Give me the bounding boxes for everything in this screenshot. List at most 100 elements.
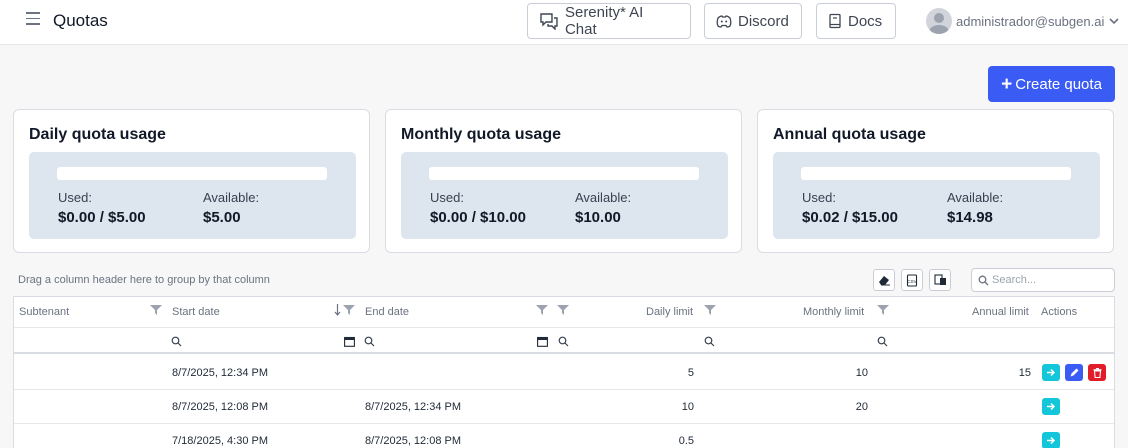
card-title: Monthly quota usage bbox=[401, 126, 561, 143]
card-title: Daily quota usage bbox=[29, 126, 166, 143]
quota-usage-panel: Used: Available: $0.02 / $15.00 $14.98 bbox=[773, 152, 1100, 239]
available-value: $14.98 bbox=[947, 209, 993, 226]
export-csv-button[interactable]: CSV bbox=[901, 269, 923, 291]
cell-monthly-limit: 10 bbox=[855, 367, 868, 379]
calendar-icon[interactable] bbox=[344, 336, 355, 347]
used-value: $0.02 / $15.00 bbox=[802, 209, 898, 226]
cell-start-date: 8/7/2025, 12:34 PM bbox=[172, 367, 269, 379]
monthly-quota-card: Monthly quota usage Used: Available: $0.… bbox=[385, 109, 742, 253]
group-panel-hint: Drag a column header here to group by th… bbox=[18, 274, 270, 286]
arrow-right-icon bbox=[1047, 368, 1056, 377]
filter-icon[interactable] bbox=[150, 304, 162, 316]
cell-end-date: 8/7/2025, 12:08 PM bbox=[365, 435, 462, 447]
available-value: $10.00 bbox=[575, 209, 621, 226]
cell-daily-limit: 10 bbox=[681, 401, 694, 413]
search-icon bbox=[978, 275, 989, 286]
discord-button[interactable]: Discord bbox=[704, 3, 802, 39]
svg-text:CSV: CSV bbox=[907, 279, 916, 284]
col-monthly-limit[interactable]: Monthly limit bbox=[803, 306, 864, 318]
cell-start-date: 7/18/2025, 4:30 PM bbox=[172, 435, 269, 447]
filter-icon[interactable] bbox=[557, 304, 569, 316]
cell-end-date: 8/7/2025, 12:34 PM bbox=[365, 401, 462, 413]
menu-icon[interactable] bbox=[26, 12, 40, 26]
serenity-ai-chat-button[interactable]: Serenity* AI Chat bbox=[527, 3, 691, 39]
search-icon[interactable] bbox=[704, 336, 715, 347]
docs-label: Docs bbox=[848, 12, 883, 30]
columns-icon bbox=[933, 274, 946, 285]
available-label: Available: bbox=[575, 190, 632, 205]
col-daily-limit[interactable]: Daily limit bbox=[646, 306, 693, 318]
search-icon[interactable] bbox=[171, 336, 182, 347]
filter-icon[interactable] bbox=[704, 304, 716, 316]
used-label: Used: bbox=[58, 190, 92, 205]
edit-button[interactable] bbox=[1065, 364, 1083, 381]
quota-usage-panel: Used: Available: $0.00 / $10.00 $10.00 bbox=[401, 152, 728, 239]
user-email: administrador@subgen.ai bbox=[956, 13, 1105, 29]
table-row: 8/7/2025, 12:34 PM 5 10 15 bbox=[14, 356, 1114, 390]
quotas-grid: Subtenant Start date End date Daily limi… bbox=[13, 296, 1115, 448]
arrow-right-icon bbox=[1047, 436, 1056, 445]
pencil-icon bbox=[1070, 368, 1079, 376]
user-menu[interactable]: administrador@subgen.ai bbox=[926, 7, 1119, 35]
cell-annual-limit: 15 bbox=[1018, 367, 1031, 379]
cell-monthly-limit: 20 bbox=[855, 401, 868, 413]
card-title: Annual quota usage bbox=[773, 126, 926, 143]
used-value: $0.00 / $5.00 bbox=[58, 209, 146, 226]
delete-button[interactable] bbox=[1088, 364, 1106, 381]
sort-descending-icon[interactable] bbox=[334, 304, 341, 316]
column-chooser-button[interactable] bbox=[929, 269, 951, 291]
filter-icon[interactable] bbox=[877, 304, 889, 316]
col-subtenant[interactable]: Subtenant bbox=[19, 306, 69, 318]
book-icon bbox=[829, 13, 841, 29]
search-icon[interactable] bbox=[558, 336, 569, 347]
grid-header: Subtenant Start date End date Daily limi… bbox=[14, 297, 1114, 328]
search-placeholder: Search... bbox=[992, 274, 1037, 286]
available-label: Available: bbox=[947, 190, 1004, 205]
quota-progress-bar bbox=[57, 167, 327, 180]
used-label: Used: bbox=[802, 190, 836, 205]
chat-icon bbox=[540, 13, 558, 30]
grid-filter-row bbox=[14, 328, 1114, 354]
used-label: Used: bbox=[430, 190, 464, 205]
calendar-icon[interactable] bbox=[537, 336, 548, 347]
quota-progress-bar bbox=[429, 167, 699, 180]
create-quota-button[interactable]: + Create quota bbox=[988, 66, 1115, 102]
serenity-ai-chat-label: Serenity* AI Chat bbox=[564, 4, 644, 38]
filter-icon[interactable] bbox=[343, 304, 355, 316]
create-quota-label: Create quota bbox=[1015, 75, 1102, 93]
arrow-right-icon bbox=[1047, 402, 1056, 411]
view-button[interactable] bbox=[1042, 364, 1060, 381]
quota-usage-panel: Used: Available: $0.00 / $5.00 $5.00 bbox=[29, 152, 356, 239]
view-button[interactable] bbox=[1042, 432, 1060, 448]
cell-daily-limit: 0.5 bbox=[678, 435, 694, 447]
cell-start-date: 8/7/2025, 12:08 PM bbox=[172, 401, 269, 413]
annual-quota-card: Annual quota usage Used: Available: $0.0… bbox=[757, 109, 1114, 253]
docs-button[interactable]: Docs bbox=[816, 3, 896, 39]
available-label: Available: bbox=[203, 190, 260, 205]
available-value: $5.00 bbox=[203, 209, 241, 226]
cell-daily-limit: 5 bbox=[687, 367, 694, 379]
col-start-date[interactable]: Start date bbox=[172, 306, 220, 318]
chevron-down-icon bbox=[1109, 18, 1119, 25]
clear-filters-button[interactable] bbox=[873, 269, 895, 291]
search-icon[interactable] bbox=[877, 336, 888, 347]
col-annual-limit[interactable]: Annual limit bbox=[972, 306, 1029, 318]
trash-icon bbox=[1093, 367, 1101, 378]
discord-label: Discord bbox=[738, 12, 789, 30]
col-end-date[interactable]: End date bbox=[365, 306, 409, 318]
daily-quota-card: Daily quota usage Used: Available: $0.00… bbox=[13, 109, 370, 253]
eraser-icon bbox=[878, 276, 890, 286]
csv-file-icon: CSV bbox=[906, 273, 918, 287]
quota-progress-bar bbox=[801, 167, 1071, 180]
discord-icon bbox=[716, 15, 732, 28]
avatar bbox=[926, 8, 952, 34]
view-button[interactable] bbox=[1042, 398, 1060, 415]
top-bar: Quotas Serenity* AI Chat Discord Docs ad… bbox=[0, 0, 1128, 45]
col-actions: Actions bbox=[1041, 306, 1078, 318]
table-row: 7/18/2025, 4:30 PM 8/7/2025, 12:08 PM 0.… bbox=[14, 424, 1114, 448]
search-icon[interactable] bbox=[364, 336, 375, 347]
plus-icon: + bbox=[1001, 73, 1013, 95]
grid-search-input[interactable]: Search... bbox=[971, 268, 1115, 292]
used-value: $0.00 / $10.00 bbox=[430, 209, 526, 226]
filter-icon[interactable] bbox=[536, 304, 548, 316]
